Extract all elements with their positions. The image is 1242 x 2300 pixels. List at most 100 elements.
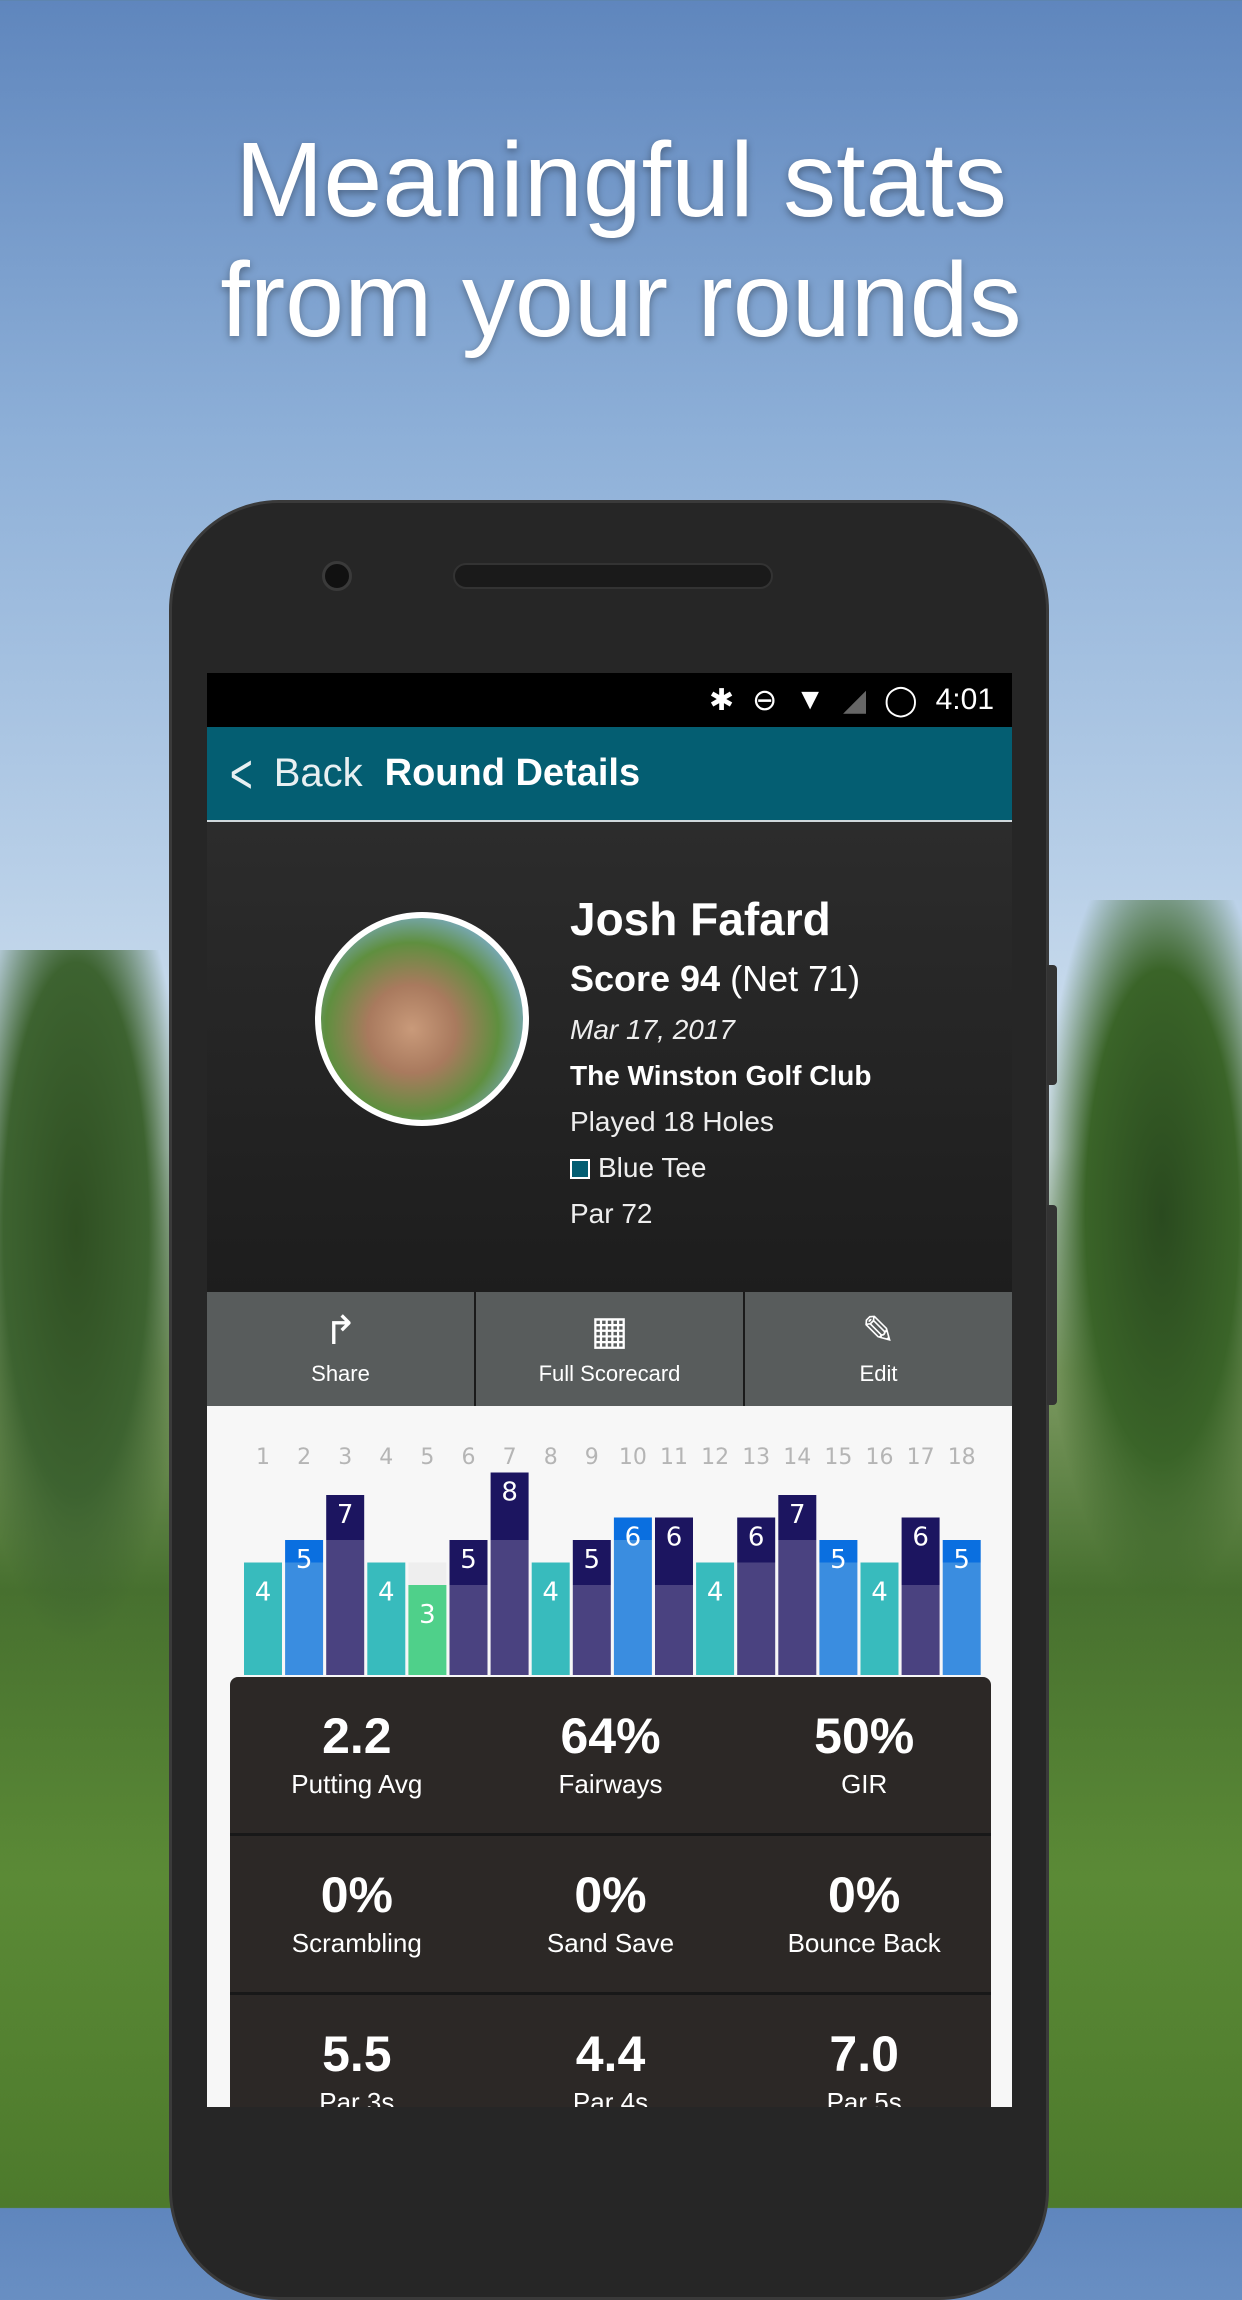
hole-number-label: 4 [379, 1445, 393, 1470]
hole-number-label: 3 [338, 1445, 352, 1470]
score-label: 4 [707, 1578, 724, 1608]
hole-number-label: 2 [297, 1445, 311, 1470]
power-button [1047, 965, 1057, 1085]
hole-number-label: 17 [907, 1445, 935, 1470]
wifi-icon: ▼ [795, 683, 825, 716]
stat-tile: 0% Scrambling [230, 1866, 484, 1992]
stat-label: Par 4s [572, 2087, 649, 2107]
stat-label: Par 3s [319, 2087, 395, 2107]
headline-line-1: Meaningful stats [235, 121, 1007, 239]
stat-value: 7.0 [829, 2026, 899, 2082]
stat-label: GIR [841, 1769, 888, 1799]
stat-tile: 7.0 Par 5s [737, 2025, 991, 2107]
stat-tile: 2.2 Putting Avg [230, 1707, 484, 1833]
headline: Meaningful stats from your rounds [0, 120, 1242, 360]
tee-label: Blue Tee [598, 1152, 707, 1183]
stat-value: 0% [574, 1867, 647, 1923]
score-label: 4 [542, 1578, 559, 1608]
hole-number-label: 1 [256, 1445, 270, 1470]
player-name: Josh Fafard [570, 893, 831, 945]
score-label: 3 [419, 1600, 436, 1630]
stats-card: 2.2 Putting Avg 64% Fairways 50% GIR 0% Scrambl… [230, 1677, 991, 2107]
par-bar [490, 1540, 529, 1675]
volume-button [1047, 1205, 1057, 1405]
hole-number-label: 15 [824, 1445, 852, 1470]
par-bar [613, 1540, 652, 1675]
stat-label: Scrambling [291, 1928, 422, 1958]
share-button[interactable]: ↱ Share [207, 1292, 474, 1406]
par-bar [737, 1562, 776, 1675]
par-bar [285, 1562, 324, 1675]
stat-label: Bounce Back [787, 1928, 941, 1958]
score-label: 6 [625, 1523, 642, 1553]
stats-row: 2.2 Putting Avg 64% Fairways 50% GIR [230, 1677, 991, 1836]
stat-label: Par 5s [826, 2087, 902, 2107]
background-trees-left [0, 950, 190, 1650]
hole-number-label: 11 [660, 1445, 688, 1470]
stat-tile: 0% Sand Save [484, 1866, 738, 1992]
hole-number-label: 18 [948, 1445, 976, 1470]
stat-value: 5.5 [322, 2026, 392, 2082]
stat-value: 0% [828, 1867, 901, 1923]
stats-row: 5.5 Par 3s 4.4 Par 4s 7.0 Par 5s [230, 1995, 991, 2107]
action-bar: ↱ Share ▦ Full Scorecard ✎ Edit [207, 1292, 1012, 1406]
stat-tile: 64% Fairways [484, 1707, 738, 1833]
score-label: 5 [830, 1545, 847, 1575]
stat-value: 50% [814, 1708, 915, 1764]
hole-number-label: 16 [866, 1445, 894, 1470]
hole-number-label: 12 [701, 1445, 729, 1470]
round-date: Mar 17, 2017 [570, 1014, 735, 1045]
stat-value: 2.2 [322, 1708, 392, 1764]
score-label: 7 [337, 1500, 354, 1530]
hole-number-label: 7 [503, 1445, 517, 1470]
score-label: 4 [255, 1578, 272, 1608]
par-bar [449, 1585, 488, 1675]
back-label: Back [273, 751, 363, 795]
share-label: Share [311, 1361, 370, 1386]
back-button[interactable]: < Back [225, 741, 363, 806]
phone-screen: ✱ ⊖ ▼ ◢ ◯ 4:01 < Back Round Details Josh… [207, 673, 1012, 2107]
score-label: 6 [666, 1523, 683, 1553]
score-label: 5 [296, 1545, 313, 1575]
score-label: 6 [748, 1523, 765, 1553]
do-not-disturb-icon: ⊖ [752, 683, 778, 717]
full-scorecard-button[interactable]: ▦ Full Scorecard [476, 1292, 743, 1406]
speaker-grille [453, 563, 773, 589]
hole-number-label: 8 [544, 1445, 558, 1470]
stats-row: 0% Scrambling 0% Sand Save 0% Bounce Back [230, 1836, 991, 1995]
stat-tile: 4.4 Par 4s [484, 2025, 738, 2107]
score: Score 94 (Net 71) [570, 958, 871, 1000]
score-label: 4 [378, 1578, 395, 1608]
bluetooth-icon: ✱ [708, 683, 735, 717]
edit-button[interactable]: ✎ Edit [745, 1292, 1012, 1406]
par-ghost-bar [408, 1562, 447, 1585]
status-time: 4:01 [935, 683, 994, 716]
share-icon: ↱ [323, 1309, 358, 1353]
par-bar [942, 1562, 981, 1675]
tee-color-swatch [570, 1159, 590, 1179]
hole-number-label: 9 [585, 1445, 599, 1470]
holes-played: Played 18 Holes [570, 1106, 774, 1137]
par-bar [572, 1585, 611, 1675]
avatar [315, 912, 529, 1126]
chevron-left-icon: < [229, 742, 253, 805]
score-label: 8 [501, 1478, 518, 1508]
stat-label: Fairways [558, 1769, 663, 1799]
par-bar [326, 1540, 365, 1675]
course-name: The Winston Golf Club [570, 1060, 872, 1091]
score-label: 5 [460, 1545, 477, 1575]
edit-label: Edit [859, 1361, 898, 1386]
camera [322, 561, 352, 591]
status-bar: ✱ ⊖ ▼ ◢ ◯ 4:01 [207, 673, 1012, 727]
gross-score: Score 94 [570, 958, 721, 999]
stat-label: Putting Avg [291, 1769, 423, 1799]
hole-score-chart: 1425374453657884951061161241361471551641… [244, 1445, 981, 1675]
app-bar: < Back Round Details [207, 727, 1012, 822]
grid-icon: ▦ [590, 1309, 629, 1353]
score-label: 6 [912, 1523, 929, 1553]
background-trees-right [1042, 900, 1242, 1600]
hole-number-label: 13 [742, 1445, 770, 1470]
stat-tile: 0% Bounce Back [737, 1866, 991, 1992]
course-par: Par 72 [570, 1198, 653, 1229]
score-label: 4 [871, 1578, 888, 1608]
